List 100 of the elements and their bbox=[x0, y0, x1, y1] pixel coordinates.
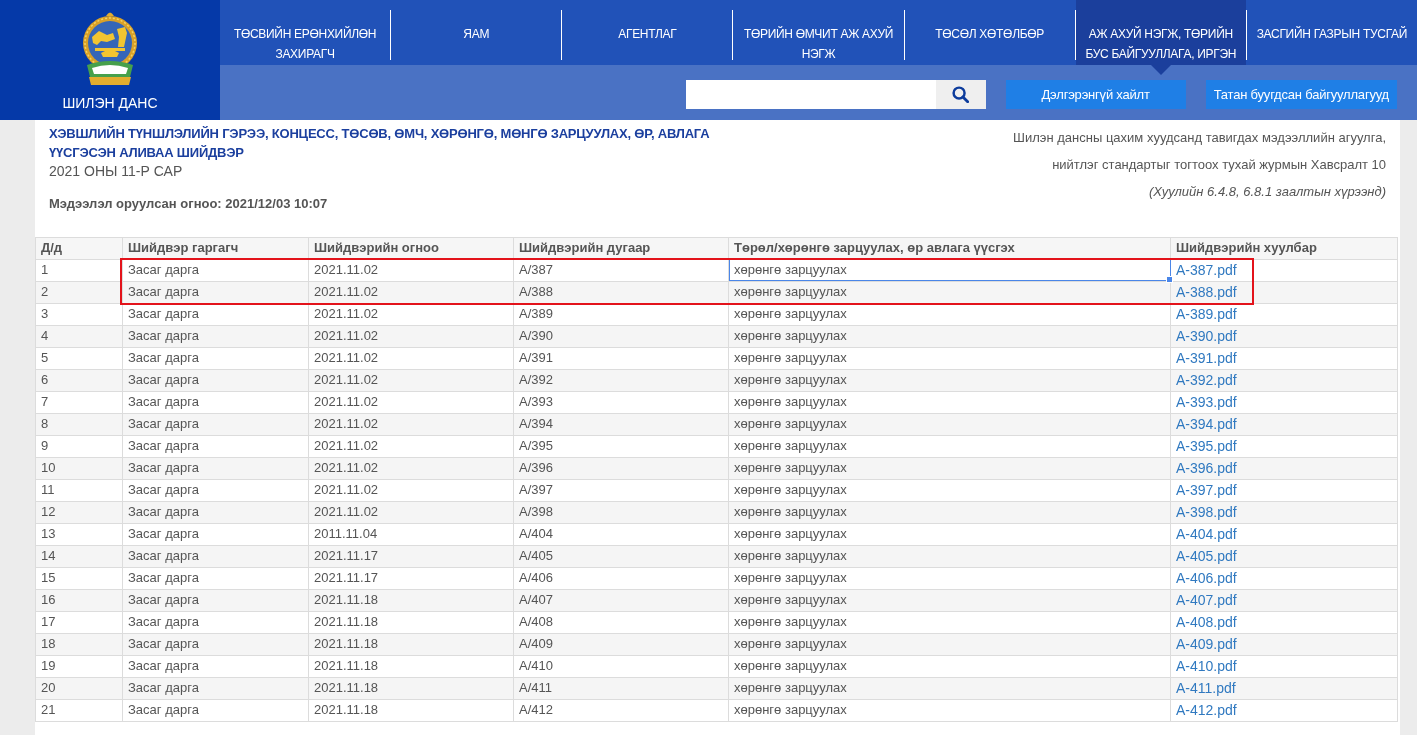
header-button[interactable]: Татан буугдсан байгууллагууд bbox=[1205, 80, 1397, 109]
table-cell: Засаг дарга bbox=[122, 413, 309, 435]
selection-handle-icon[interactable] bbox=[1165, 276, 1173, 283]
table-cell: Засаг дарга bbox=[122, 567, 309, 589]
table-cell: 2021.11.17 bbox=[308, 545, 514, 567]
table-cell: 5 bbox=[35, 347, 123, 369]
posted-date-text: Мэдээлэл оруулсан огноо: 2021/12/03 10:07 bbox=[49, 195, 328, 213]
table-cell: А/396 bbox=[513, 457, 729, 479]
table-cell: 2021.11.02 bbox=[308, 259, 514, 281]
nav-item[interactable]: ЯАМ bbox=[391, 0, 562, 65]
table-cell: Засаг дарга bbox=[122, 281, 309, 303]
table-cell: А/405 bbox=[513, 545, 729, 567]
table-cell: А/387 bbox=[513, 259, 729, 281]
table-cell: А/390 bbox=[513, 325, 729, 347]
table-cell: 2021.11.18 bbox=[308, 589, 514, 611]
table-cell: А/410 bbox=[513, 655, 729, 677]
page-title: ХЭВШЛИЙН ТҮНШЛЭЛИЙН ГЭРЭЭ, КОНЦЕСС, ТӨСӨВ, ӨМЧ, ХӨРӨНГӨ, МӨНГӨ ЗАРЦУУЛАХ, ӨР, АВЛАГА ҮҮСГЭСЭН АЛИВАА ШИЙДВЭР bbox=[49, 125, 711, 162]
table-cell: хөрөнгө зарцуулах bbox=[728, 369, 1171, 391]
table-cell: Засаг дарга bbox=[122, 259, 309, 281]
table-cell: Засаг дарга bbox=[122, 699, 309, 721]
table-cell: хөрөнгө зарцуулах bbox=[728, 611, 1171, 633]
column-header: Шийдвэрийн хуулбар bbox=[1170, 237, 1398, 259]
table-cell: хөрөнгө зарцуулах bbox=[728, 655, 1171, 677]
search-field[interactable] bbox=[685, 80, 936, 109]
table-cell: 2021.11.02 bbox=[308, 479, 514, 501]
nav-item[interactable]: ТӨСӨЛ ХӨТӨЛБӨР bbox=[904, 0, 1075, 65]
search-icon bbox=[952, 86, 970, 103]
table-cell: хөрөнгө зарцуулах bbox=[728, 325, 1171, 347]
nav-item[interactable]: ТӨРИЙН ӨМЧИТ АЖ АХУЙ НЭГЖ bbox=[733, 0, 904, 65]
table-cell: хөрөнгө зарцуулах bbox=[728, 347, 1171, 369]
table-cell: Засаг дарга bbox=[122, 633, 309, 655]
column-header: Д/д bbox=[35, 237, 123, 259]
period-text: 2021 ОНЫ 11-Р САР bbox=[49, 162, 184, 181]
table-cell: Засаг дарга bbox=[122, 303, 309, 325]
table-cell: 1 bbox=[35, 259, 123, 281]
table-cell: хөрөнгө зарцуулах bbox=[728, 435, 1171, 457]
table-cell: 21 bbox=[35, 699, 123, 721]
table-cell: А/389 bbox=[513, 303, 729, 325]
column-header: Шийдвэрийн огноо bbox=[308, 237, 514, 259]
table-cell: хөрөнгө зарцуулах bbox=[728, 677, 1171, 699]
table-cell: 2021.11.18 bbox=[308, 655, 514, 677]
table-cell: 8 bbox=[35, 413, 123, 435]
table-cell: 2021.11.02 bbox=[308, 281, 514, 303]
table-cell: Засаг дарга bbox=[122, 325, 309, 347]
nav-item[interactable]: АГЕНТЛАГ bbox=[562, 0, 733, 65]
table-cell: 2021.11.18 bbox=[308, 699, 514, 721]
table-cell: хөрөнгө зарцуулах bbox=[728, 523, 1171, 545]
table-cell: А/409 bbox=[513, 633, 729, 655]
table-cell: Засаг дарга bbox=[122, 677, 309, 699]
table-cell: 16 bbox=[35, 589, 123, 611]
table-cell: 11 bbox=[35, 479, 123, 501]
table-cell: хөрөнгө зарцуулах bbox=[728, 699, 1171, 721]
table-cell: хөрөнгө зарцуулах bbox=[728, 501, 1171, 523]
table-cell: 4 bbox=[35, 325, 123, 347]
table-cell: хөрөнгө зарцуулах bbox=[728, 457, 1171, 479]
table-cell: 6 bbox=[35, 369, 123, 391]
table-cell: хөрөнгө зарцуулах bbox=[728, 281, 1171, 303]
table-cell: 17 bbox=[35, 611, 123, 633]
search-button[interactable] bbox=[935, 80, 986, 109]
table-cell: 2021.11.17 bbox=[308, 567, 514, 589]
column-header: Шийдвэр гаргагч bbox=[122, 237, 309, 259]
table-cell: хөрөнгө зарцуулах bbox=[728, 391, 1171, 413]
table-cell: Засаг дарга bbox=[122, 435, 309, 457]
table-cell: 20 bbox=[35, 677, 123, 699]
table-cell: Засаг дарга bbox=[122, 347, 309, 369]
table-cell: 3 bbox=[35, 303, 123, 325]
table-cell: А/408 bbox=[513, 611, 729, 633]
table-cell: 2021.11.02 bbox=[308, 347, 514, 369]
nav-item[interactable]: ТӨСВИЙН ЕРӨНХИЙЛӨН ЗАХИРАГЧ bbox=[220, 0, 391, 65]
table-cell: Засаг дарга bbox=[122, 391, 309, 413]
table-cell: хөрөнгө зарцуулах bbox=[728, 567, 1171, 589]
table-cell: А/392 bbox=[513, 369, 729, 391]
table-cell: 10 bbox=[35, 457, 123, 479]
law-reference-text: (Хуулийн 6.4.8, 6.8.1 заалтын хүрээнд) bbox=[1147, 183, 1386, 201]
table-cell: А/404 bbox=[513, 523, 729, 545]
table-cell: 2021.11.02 bbox=[308, 435, 514, 457]
table-cell: 18 bbox=[35, 633, 123, 655]
table-cell: Засаг дарга bbox=[122, 369, 309, 391]
table-cell: А/412 bbox=[513, 699, 729, 721]
table-cell: Засаг дарга bbox=[122, 545, 309, 567]
table-cell: А/406 bbox=[513, 567, 729, 589]
table-cell: А/395 bbox=[513, 435, 729, 457]
header-button[interactable]: Дэлгэрэнгүй хайлт bbox=[1005, 80, 1186, 109]
logo-text: ШИЛЭН ДАНС bbox=[62, 94, 158, 113]
table-cell: 15 bbox=[35, 567, 123, 589]
table-cell: 2011.11.04 bbox=[308, 523, 514, 545]
table-cell: Засаг дарга bbox=[122, 655, 309, 677]
table-cell: 2021.11.02 bbox=[308, 457, 514, 479]
nav-item[interactable]: ЗАСГИЙН ГАЗРЫН ТУСГАЙ bbox=[1246, 0, 1417, 65]
note-text: нийтлэг стандартыг тогтоох тухай журмын Хавсралт 10 bbox=[1051, 156, 1386, 174]
table-cell: А/394 bbox=[513, 413, 729, 435]
table-cell: Засаг дарга bbox=[122, 523, 309, 545]
table-cell: А/393 bbox=[513, 391, 729, 413]
table-cell: 2021.11.18 bbox=[308, 633, 514, 655]
selected-pointer-icon bbox=[1150, 65, 1171, 75]
table-cell: хөрөнгө зарцуулах bbox=[728, 479, 1171, 501]
column-header: Төрөл/хөрөнгө зарцуулах, өр авлага үүсгэх bbox=[728, 237, 1171, 259]
table-cell: А/411 bbox=[513, 677, 729, 699]
table-cell: Засаг дарга bbox=[122, 457, 309, 479]
table-cell: 2021.11.18 bbox=[308, 611, 514, 633]
